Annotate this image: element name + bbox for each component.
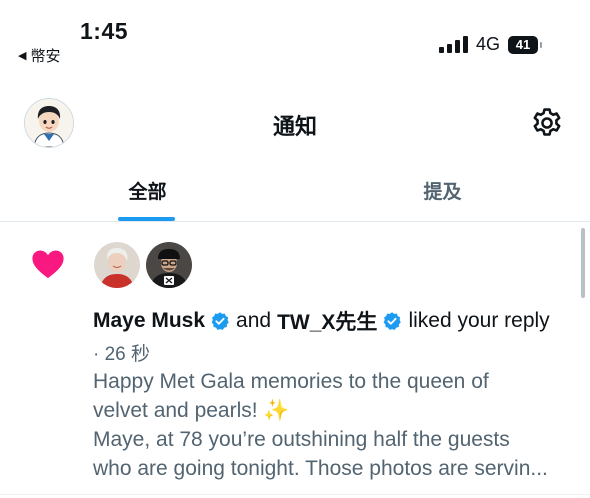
action-text: liked your reply [408,309,550,332]
avatar-maye-musk[interactable] [94,242,140,288]
tab-all[interactable]: 全部 [0,160,295,221]
user2-name[interactable]: TW_X先生 [277,306,377,336]
battery-icon: 41 [508,35,542,54]
reply-line: velvet and pearls! ✨ [93,399,290,422]
avatar-tw-x[interactable] [146,242,192,288]
heart-icon [31,248,65,280]
reply-line: who are going tonight. Those photos are … [93,457,548,480]
liker-avatars [94,242,192,288]
back-arrow-icon: ◀ [18,50,27,62]
status-bar: 1:45 ◀ 幣安 4G 41 [0,0,590,78]
network-type: 4G [475,34,500,54]
signal-icon [438,36,468,53]
scrollbar[interactable] [581,228,585,298]
reply-preview[interactable]: Happy Met Gala memories to the queen of … [93,367,583,483]
verified-badge-icon [210,311,230,331]
divider [0,494,590,495]
back-to-app[interactable]: ◀ 幣安 [18,45,60,66]
connector-text: and [236,309,272,332]
reply-line: Happy Met Gala memories to the queen of [93,370,489,393]
notification-time: · 26 秒 [93,344,151,365]
page-title: 通知 [272,114,317,139]
status-indicators: 4G 41 [438,34,542,55]
notification-item[interactable]: Maye Musk and TW_X先生 liked your reply · … [0,222,590,498]
tab-mentions-label: 提及 [423,182,462,203]
gear-icon[interactable] [530,106,564,140]
back-app-label: 幣安 [30,48,61,65]
notification-summary: Maye Musk and TW_X先生 liked your reply [93,306,550,336]
notification-tabs: 全部 提及 [0,160,590,222]
active-tab-indicator [118,217,175,221]
user1-name[interactable]: Maye Musk [93,309,205,333]
verified-badge-icon [382,311,402,331]
status-time: 1:45 [80,18,129,44]
tab-mentions[interactable]: 提及 [295,160,590,221]
app-header: 通知 [0,92,590,152]
tab-all-label: 全部 [128,182,167,203]
reply-line: Maye, at 78 you’re outshining half the g… [93,428,510,451]
battery-level: 41 [515,37,531,52]
